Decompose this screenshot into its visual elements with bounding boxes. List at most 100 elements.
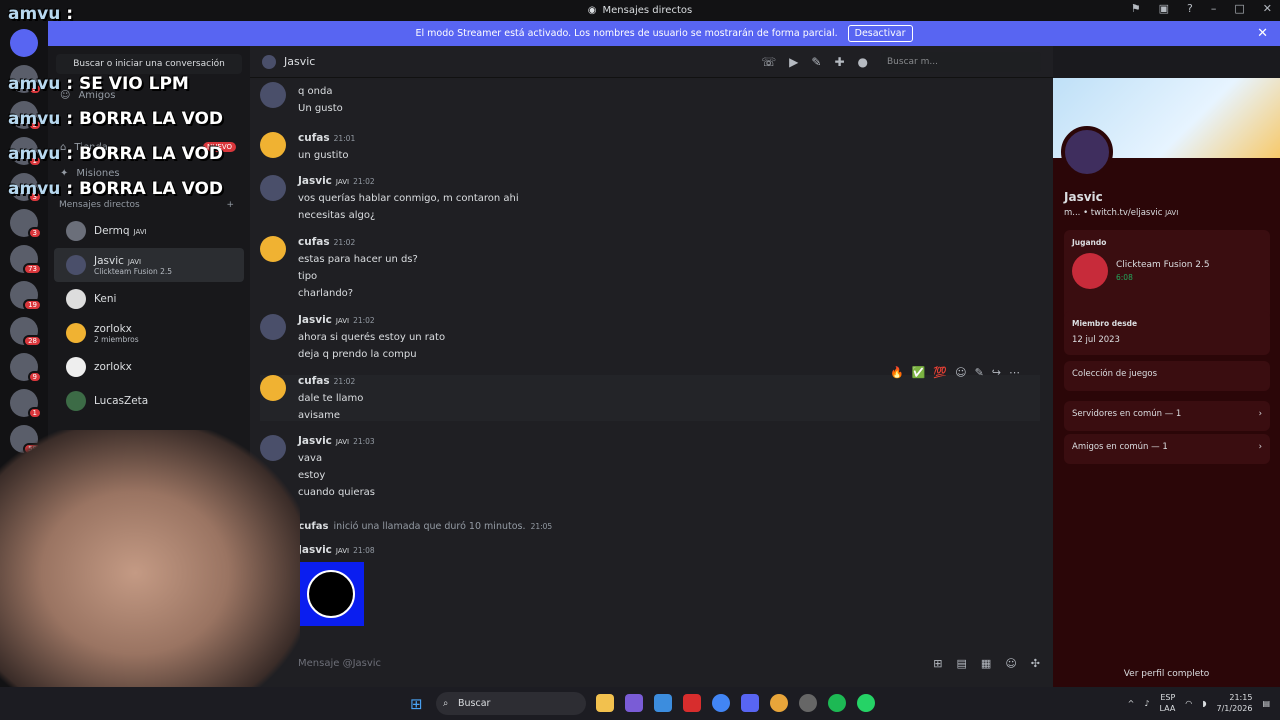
add-reaction-icon[interactable]: ☺ bbox=[955, 366, 966, 379]
dm-item[interactable]: Keni bbox=[54, 282, 244, 316]
author-name[interactable]: cufas bbox=[298, 521, 328, 532]
chrome-icon[interactable] bbox=[712, 694, 730, 712]
author-name[interactable]: Jasvic bbox=[298, 175, 332, 187]
message-input[interactable]: Mensaje @Jasvic ⊞ ▤ ▦ ☺ ✣ bbox=[282, 648, 1052, 678]
edit-icon[interactable]: ✎ bbox=[975, 366, 984, 379]
overlay-chat-line: amvu : BORRA LA VOD bbox=[8, 144, 224, 164]
gift-icon[interactable]: ⊞ bbox=[933, 657, 942, 670]
author-name[interactable]: cufas bbox=[298, 236, 330, 248]
author-name[interactable]: cufas bbox=[298, 132, 330, 144]
sticker-icon[interactable]: ▦ bbox=[981, 657, 991, 670]
game-name: Clickteam Fusion 2.5 bbox=[1116, 260, 1210, 270]
deactivate-button[interactable]: Desactivar bbox=[847, 25, 913, 42]
store-icon[interactable] bbox=[654, 694, 672, 712]
app-icon[interactable] bbox=[683, 694, 701, 712]
fire-reaction-icon[interactable]: 🔥 bbox=[890, 366, 904, 379]
profile-link-row: m... • twitch.tv/eljasvic JAVI bbox=[1064, 208, 1178, 218]
emoji-icon[interactable]: ☺ bbox=[1005, 657, 1016, 670]
avatar bbox=[262, 54, 276, 69]
dm-item[interactable]: zorlokx 2 miembros bbox=[54, 316, 244, 350]
mic-icon[interactable]: ♪ bbox=[1144, 699, 1149, 708]
server-icon[interactable]: 73 bbox=[10, 245, 42, 275]
time: 21:15 bbox=[1229, 693, 1253, 702]
screen-icon[interactable]: ▣ bbox=[1159, 2, 1169, 15]
mutual-friends-card[interactable]: Amigos en común — 1 › bbox=[1064, 434, 1270, 464]
windows-start-icon[interactable]: ⊞ bbox=[410, 695, 423, 713]
taskbar-search[interactable]: ⌕ Buscar bbox=[436, 692, 586, 715]
dm-item[interactable]: zorlokx bbox=[54, 350, 244, 384]
maximize-button[interactable]: □ bbox=[1234, 2, 1244, 15]
language-indicator[interactable]: ESP LAA bbox=[1159, 692, 1175, 714]
help-icon[interactable]: ? bbox=[1187, 2, 1193, 15]
call-icon[interactable]: ☏ bbox=[761, 55, 776, 69]
message-text: cuando quieras bbox=[298, 487, 376, 498]
profile-link[interactable]: m... • twitch.tv/eljasvic bbox=[1064, 208, 1162, 218]
dm-item[interactable]: LucasZeta bbox=[54, 384, 244, 418]
server-icon[interactable]: 3 bbox=[10, 209, 42, 239]
close-icon[interactable]: ✕ bbox=[1257, 26, 1268, 41]
games-collection-card[interactable]: Colección de juegos bbox=[1064, 361, 1270, 391]
image-attachment[interactable] bbox=[298, 562, 364, 626]
author-name[interactable]: Jasvic bbox=[298, 435, 332, 447]
more-icon[interactable]: ⋯ bbox=[1009, 366, 1020, 379]
timestamp: 21:03 bbox=[353, 437, 375, 446]
timestamp: 21:02 bbox=[333, 238, 356, 247]
chrome-icon[interactable] bbox=[770, 694, 788, 712]
dm-tag: JAVI bbox=[127, 257, 142, 266]
wifi-icon[interactable]: ◠ bbox=[1185, 699, 1192, 708]
notification-icon[interactable]: ▤ bbox=[1262, 699, 1270, 708]
find-conversation-button[interactable]: Buscar o iniciar una conversación bbox=[56, 54, 242, 74]
pin-icon[interactable]: ✎ bbox=[811, 55, 821, 69]
message-text: Un gusto bbox=[298, 103, 343, 114]
apps-icon[interactable]: ✣ bbox=[1031, 657, 1040, 670]
file-explorer-icon[interactable] bbox=[596, 694, 614, 712]
home-button[interactable] bbox=[10, 29, 38, 57]
profile-name: Jasvic bbox=[1064, 190, 1103, 204]
profile-icon[interactable]: ● bbox=[858, 55, 868, 69]
call-text: inició una llamada que duró 10 minutos. bbox=[333, 521, 526, 532]
search-input[interactable]: Buscar m... bbox=[881, 52, 1041, 72]
timestamp: 21:05 bbox=[530, 522, 553, 531]
message: q onda Un gusto bbox=[260, 82, 1040, 114]
author-name[interactable]: cufas bbox=[298, 375, 330, 387]
gif-icon[interactable]: ▤ bbox=[957, 657, 967, 670]
mutual-servers-card[interactable]: Servidores en común — 1 › bbox=[1064, 401, 1270, 431]
video-icon[interactable]: ▶ bbox=[789, 55, 798, 69]
forward-icon[interactable]: ↪ bbox=[992, 366, 1001, 379]
spotify-icon[interactable] bbox=[828, 694, 846, 712]
chevron-up-icon[interactable]: ^ bbox=[1128, 699, 1135, 708]
overlay-chat-line: amvu : BORRA LA VOD bbox=[8, 179, 224, 199]
inbox-icon[interactable]: ⚑ bbox=[1131, 2, 1141, 15]
author-name[interactable]: Jasvic bbox=[298, 544, 332, 556]
minimize-button[interactable]: – bbox=[1211, 2, 1217, 15]
streamer-banner: El modo Streamer está activado. Los nomb… bbox=[48, 21, 1280, 46]
message-text: charlando? bbox=[298, 288, 354, 299]
server-icon[interactable]: 1 bbox=[10, 389, 42, 419]
tag: JAVI bbox=[335, 438, 350, 446]
whatsapp-icon[interactable] bbox=[857, 694, 875, 712]
app-icon[interactable] bbox=[625, 694, 643, 712]
dm-tag: JAVI bbox=[133, 228, 147, 236]
mutual-servers-label: Servidores en común — 1 bbox=[1072, 409, 1182, 419]
discord-icon[interactable] bbox=[741, 694, 759, 712]
close-window-button[interactable]: ✕ bbox=[1263, 2, 1272, 15]
profile-panel: Jasvic m... • twitch.tv/eljasvic JAVI Ju… bbox=[1053, 78, 1280, 687]
dm-item[interactable]: Dermq JAVI bbox=[54, 214, 244, 248]
check-reaction-icon[interactable]: ✅ bbox=[912, 366, 926, 379]
message-text: avisame bbox=[298, 410, 341, 421]
view-full-profile-link[interactable]: Ver perfil completo bbox=[1053, 669, 1280, 679]
author-name[interactable]: Jasvic bbox=[298, 314, 332, 326]
clock[interactable]: 21:15 7/1/2026 bbox=[1217, 692, 1253, 714]
unread-badge: 19 bbox=[23, 299, 42, 311]
add-dm-icon[interactable]: + bbox=[226, 200, 234, 210]
timestamp: 21:08 bbox=[353, 546, 375, 555]
server-icon[interactable]: 28 bbox=[10, 317, 42, 347]
server-icon[interactable]: 19 bbox=[10, 281, 42, 311]
volume-icon[interactable]: ◗ bbox=[1202, 699, 1206, 708]
server-icon[interactable]: 9 bbox=[10, 353, 42, 383]
hundred-reaction-icon[interactable]: 💯 bbox=[933, 366, 947, 379]
app-icon[interactable] bbox=[799, 694, 817, 712]
dm-item[interactable]: Jasvic JAVI Clickteam Fusion 2.5 bbox=[54, 248, 244, 282]
message: Jasvic JAVI 21:02 vos querías hablar conmig… bbox=[260, 175, 1040, 221]
add-friend-icon[interactable]: ✚ bbox=[834, 55, 844, 69]
